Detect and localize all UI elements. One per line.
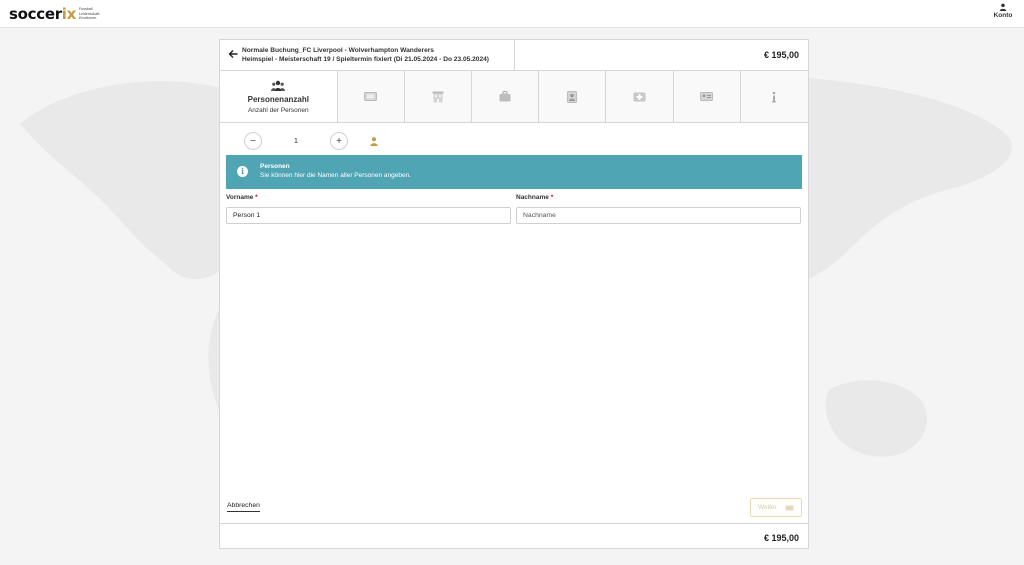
account-label: Konto — [993, 12, 1013, 19]
step-idcard[interactable] — [673, 71, 741, 122]
decrement-button[interactable]: − — [244, 132, 262, 150]
lastname-field[interactable] — [516, 207, 801, 224]
cancel-button[interactable]: Abbrechen — [227, 502, 260, 512]
booking-header: Normale Buchung_FC Liverpool - Wolverham… — [220, 40, 808, 71]
ticket-icon — [364, 92, 378, 101]
step-medical[interactable] — [606, 71, 674, 122]
step-luggage[interactable] — [472, 71, 540, 122]
logo[interactable]: soccerix Fussball. Leidenschaft. Emotion… — [9, 5, 100, 23]
top-bar: soccerix Fussball. Leidenschaft. Emotion… — [0, 0, 1024, 28]
person-counter: − 1 + — [244, 132, 378, 150]
lastname-group: Nachname * — [516, 194, 801, 224]
step-title: Personenanzahl — [247, 94, 309, 104]
firstname-field[interactable] — [226, 207, 511, 224]
info-banner: i Personen Sie können hier die Namen all… — [226, 155, 802, 189]
hotel-building-icon — [432, 91, 444, 102]
info-icon — [772, 91, 777, 102]
booking-title: Normale Buchung_FC Liverpool - Wolverham… — [242, 46, 489, 64]
medical-kit-icon — [633, 92, 646, 101]
user-icon — [999, 3, 1007, 11]
step-portrait[interactable] — [539, 71, 607, 122]
id-card-icon — [700, 92, 714, 101]
step-tickets[interactable] — [337, 71, 405, 122]
total-price: € 195,00 — [763, 50, 799, 60]
person-count-value: 1 — [294, 137, 298, 145]
header-divider — [514, 40, 515, 71]
account-button[interactable]: Konto — [992, 3, 1014, 19]
info-title: Personen — [260, 163, 290, 170]
luggage-icon — [499, 91, 511, 102]
footer-price: € 195,00 — [763, 533, 799, 543]
step-hotel[interactable] — [404, 71, 472, 122]
step-personenanzahl[interactable]: Personenanzahl Anzahl der Personen — [220, 71, 338, 122]
booking-card: Normale Buchung_FC Liverpool - Wolverham… — [219, 39, 809, 549]
firstname-group: Vorname * — [226, 194, 511, 224]
booking-title-line1: Normale Buchung_FC Liverpool - Wolverham… — [242, 47, 434, 54]
lastname-label: Nachname * — [516, 194, 554, 201]
info-text: Sie können hier die Namen aller Personen… — [260, 172, 412, 179]
next-button-label: Weiter — [758, 504, 777, 511]
id-portrait-icon — [567, 90, 578, 103]
next-button[interactable]: Weiter — [750, 498, 802, 517]
ticket-icon — [785, 505, 794, 510]
logo-tagline: Fussball. Leidenschaft. Emotionen. — [79, 7, 101, 21]
info-circle-icon: i — [237, 166, 248, 177]
step-info[interactable] — [740, 71, 808, 122]
step-subtitle: Anzahl der Personen — [247, 106, 309, 114]
booking-title-line2: Heimspiel - Meisterschaft 19 / Spielterm… — [242, 56, 490, 63]
step-navigation: Personenanzahl Anzahl der Personen — [220, 71, 808, 123]
logo-wordmark: soccerix — [9, 5, 77, 23]
back-arrow-icon[interactable] — [227, 48, 239, 60]
booking-footer: € 195,00 — [220, 523, 808, 549]
firstname-label: Vorname * — [226, 194, 258, 201]
increment-button[interactable]: + — [330, 132, 348, 150]
people-group-icon — [271, 80, 286, 91]
person-icon — [370, 136, 378, 146]
